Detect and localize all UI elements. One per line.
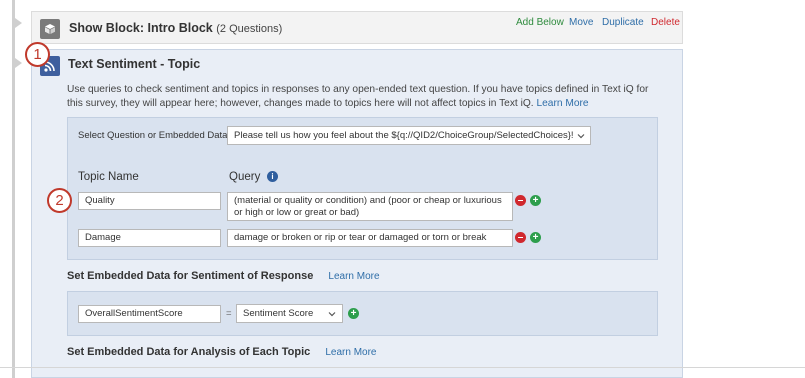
topic-analysis-section-title-text: Set Embedded Data for Analysis of Each T…	[67, 346, 311, 358]
block-title-text: Show Block: Intro Block	[69, 21, 213, 35]
flow-arrow	[15, 58, 22, 68]
add-topic-button[interactable]: +	[530, 195, 541, 206]
step-badge-2: 2	[47, 188, 72, 213]
move-link[interactable]: Move	[569, 17, 593, 28]
flow-arrow	[15, 18, 22, 28]
chevron-down-icon	[577, 134, 585, 139]
question-select[interactable]: Please tell us how you feel about the ${…	[227, 126, 591, 145]
embedded-data-field-input[interactable]: OverallSentimentScore	[78, 305, 221, 323]
flow-line	[12, 0, 15, 378]
query-input[interactable]: (material or quality or condition) and (…	[227, 192, 513, 221]
sentiment-score-select-value: Sentiment Score	[243, 308, 314, 319]
query-input[interactable]: damage or broken or rip or tear or damag…	[227, 229, 513, 247]
block-cube-icon	[40, 19, 60, 39]
query-header: Query	[229, 171, 261, 183]
learn-more-link[interactable]: Learn More	[536, 98, 588, 109]
topic-analysis-section-title: Set Embedded Data for Analysis of Each T…	[67, 346, 376, 358]
chevron-down-icon	[328, 312, 336, 317]
duplicate-link[interactable]: Duplicate	[602, 17, 644, 28]
element-title: Text Sentiment - Topic	[68, 57, 201, 71]
element-description: Use queries to check sentiment and topic…	[67, 83, 667, 111]
divider	[0, 367, 805, 368]
topic-name-input[interactable]: Damage	[78, 229, 221, 247]
block-question-count: (2 Questions)	[216, 23, 283, 35]
topic-name-header: Topic Name	[78, 171, 139, 183]
question-select-value: Please tell us how you feel about the ${…	[234, 130, 574, 141]
step-badge-1: 1	[25, 42, 50, 67]
block-title: Show Block: Intro Block (2 Questions)	[69, 21, 282, 35]
info-icon[interactable]: i	[267, 171, 278, 182]
select-question-label: Select Question or Embedded Data	[78, 130, 228, 141]
topic-analysis-learn-more-link[interactable]: Learn More	[325, 347, 376, 358]
topic-name-input[interactable]: Quality	[78, 192, 221, 210]
sentiment-section-title-text: Set Embedded Data for Sentiment of Respo…	[67, 270, 314, 282]
add-embedded-data-button[interactable]: +	[348, 308, 359, 319]
add-topic-button[interactable]: +	[530, 232, 541, 243]
add-below-link[interactable]: Add Below	[516, 17, 564, 28]
remove-topic-button[interactable]: –	[515, 232, 526, 243]
delete-link[interactable]: Delete	[651, 17, 680, 28]
remove-topic-button[interactable]: –	[515, 195, 526, 206]
sentiment-section-title: Set Embedded Data for Sentiment of Respo…	[67, 270, 380, 282]
sentiment-learn-more-link[interactable]: Learn More	[328, 271, 379, 282]
equals-sign: =	[226, 308, 232, 319]
